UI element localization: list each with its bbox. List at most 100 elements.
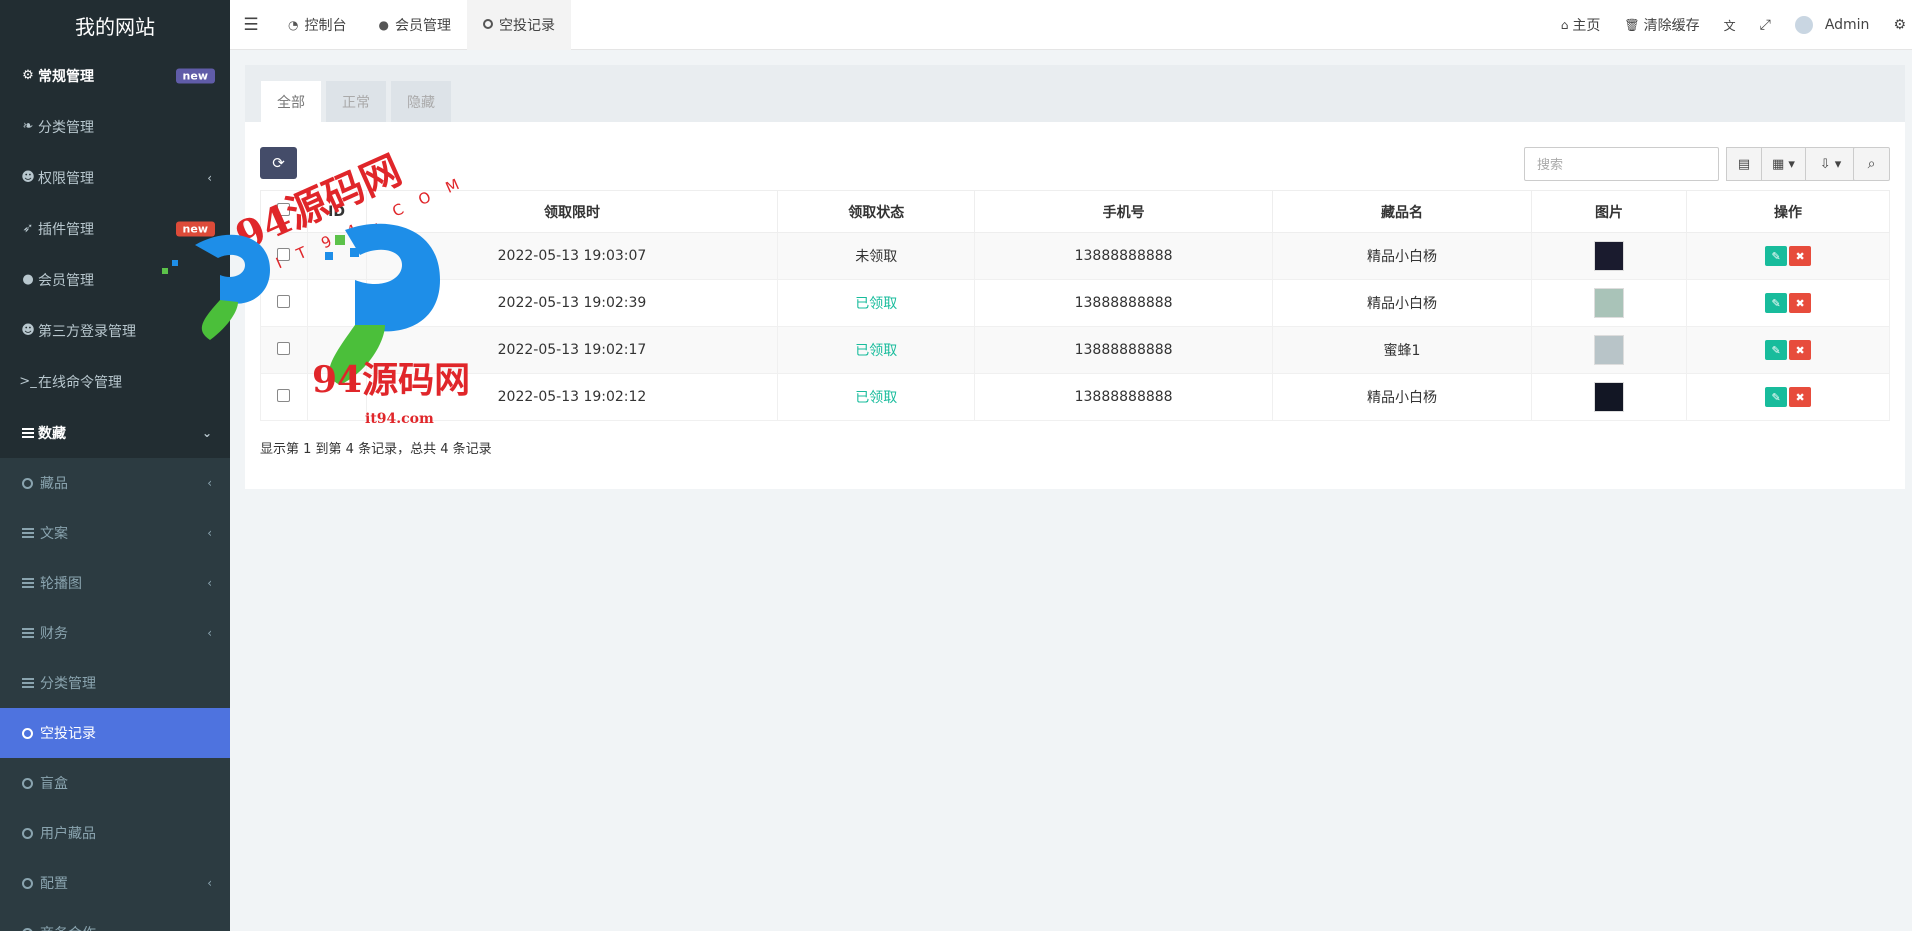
edit-button[interactable]: ✎: [1765, 387, 1788, 407]
chevron-left-icon: ‹: [207, 876, 212, 890]
sidebar-subitem-carousel[interactable]: 轮播图 ‹: [0, 558, 230, 608]
row-checkbox[interactable]: [277, 341, 291, 355]
menu-toggle-icon[interactable]: ☰: [230, 0, 272, 50]
column-header-id[interactable]: ID: [306, 190, 367, 233]
sidebar-item-permission[interactable]: ☻ 权限管理 ‹: [0, 152, 230, 203]
toggle-view-button[interactable]: ▤: [1726, 147, 1762, 181]
export-button[interactable]: ⇩ ▾: [1806, 147, 1856, 181]
dashboard-icon: ◔: [288, 17, 299, 32]
brand-logo[interactable]: 我的网站: [0, 0, 230, 50]
sidebar-subitem-label: 空投记录: [40, 726, 96, 742]
delete-button[interactable]: ✖: [1789, 387, 1812, 407]
select-all-checkbox[interactable]: [277, 203, 291, 216]
row-select-cell[interactable]: [260, 326, 308, 374]
sidebar-subitem-collection[interactable]: 藏品 ‹: [0, 458, 230, 508]
refresh-button[interactable]: ⟳: [260, 147, 297, 179]
actions-cell: ✎ ✖: [1686, 279, 1890, 327]
sidebar-item-label: 在线命令管理: [38, 374, 122, 391]
sidebar-subitem-business[interactable]: 商务合作: [0, 908, 230, 931]
leaf-icon: ❧: [22, 119, 34, 134]
clear-cache-label: 清除缓存: [1643, 18, 1700, 34]
trash-icon: 🗑: [1624, 18, 1640, 32]
thumbnail-image[interactable]: [1593, 288, 1624, 318]
list-icon: [22, 678, 40, 688]
thumbnail-image[interactable]: [1593, 382, 1624, 412]
delete-button[interactable]: ✖: [1789, 293, 1812, 313]
table-row[interactable]: 2022-05-13 19:02:17 已领取 13888888888 蜜蜂1 ✎ ✖: [260, 326, 1890, 374]
sidebar-subitem-airdrop[interactable]: 空投记录: [0, 708, 230, 758]
top-right-nav: ⌂ 主页 🗑 清除缓存 文 ⤢ Admin ⚙: [1549, 0, 1912, 50]
sidebar-subitem-finance[interactable]: 财务 ‹: [0, 608, 230, 658]
thumbnail-image[interactable]: [1593, 335, 1624, 365]
row-select-cell[interactable]: [260, 373, 308, 421]
sidebar-subitem-config[interactable]: 配置 ‹: [0, 858, 230, 908]
sidebar-item-members[interactable]: ● 会员管理: [0, 254, 230, 305]
top-navbar: ☰ ◔ 控制台 ● 会员管理 空投记录 ⌂ 主页 🗑 清除缓存 文 ⤢ Admi…: [230, 0, 1912, 50]
sidebar-subitem-copywriting[interactable]: 文案 ‹: [0, 508, 230, 558]
column-header-phone[interactable]: 手机号: [974, 190, 1274, 233]
advanced-search-button[interactable]: ⌕: [1853, 147, 1890, 181]
language-button[interactable]: 文: [1712, 0, 1748, 50]
settings-button[interactable]: ⚙: [1881, 0, 1912, 50]
clear-cache-button[interactable]: 🗑 清除缓存: [1612, 0, 1711, 50]
user-menu[interactable]: Admin: [1783, 0, 1882, 50]
table-row[interactable]: 2022-05-13 19:02:12 已领取 13888888888 精品小白杨 ✎ ✖: [260, 373, 1890, 421]
edit-button[interactable]: ✎: [1765, 246, 1788, 266]
tab-dashboard[interactable]: ◔ 控制台: [272, 0, 362, 50]
avatar: [1794, 16, 1813, 34]
home-label: 主页: [1572, 18, 1601, 34]
delete-button[interactable]: ✖: [1789, 340, 1812, 360]
phone-cell: 13888888888: [974, 326, 1274, 374]
phone-cell: 13888888888: [974, 373, 1274, 421]
sidebar-subitem-category[interactable]: 分类管理: [0, 658, 230, 708]
sidebar-item-shucang[interactable]: 数藏 ⌄: [0, 407, 230, 458]
row-select-cell[interactable]: [260, 279, 308, 327]
column-header-image: 图片: [1530, 190, 1688, 233]
sidebar: 我的网站 ⚙ 常规管理 new ❧ 分类管理 ☻ 权限管理 ‹ ➶ 插件管理 n…: [0, 0, 230, 931]
table-row[interactable]: 2022-05-13 19:02:39 已领取 13888888888 精品小白杨 ✎ ✖: [260, 279, 1890, 327]
sidebar-subitem-label: 分类管理: [40, 676, 96, 692]
chevron-down-icon: ⌄: [201, 425, 212, 440]
column-header-name[interactable]: 藏品名: [1272, 190, 1532, 233]
column-header-status[interactable]: 领取状态: [777, 190, 976, 233]
edit-button[interactable]: ✎: [1765, 293, 1788, 313]
fullscreen-button[interactable]: ⤢: [1748, 0, 1783, 50]
row-select-cell[interactable]: [260, 232, 308, 280]
sidebar-subitem-label: 盲盒: [40, 776, 68, 792]
time-cell: 2022-05-13 19:02:39: [365, 279, 779, 327]
sidebar-subitem-user-collection[interactable]: 用户藏品: [0, 808, 230, 858]
row-checkbox[interactable]: [277, 294, 291, 308]
sidebar-subitem-blindbox[interactable]: 盲盒: [0, 758, 230, 808]
tab-hidden[interactable]: 隐藏: [391, 81, 451, 122]
sidebar-item-plugins[interactable]: ➶ 插件管理 new: [0, 203, 230, 254]
image-cell: [1530, 326, 1688, 374]
phone-cell: 13888888888: [974, 279, 1274, 327]
search-input[interactable]: [1524, 147, 1719, 181]
select-all-cell[interactable]: [260, 190, 308, 233]
actions-cell: ✎ ✖: [1686, 232, 1890, 280]
columns-icon: ▦ ▾: [1772, 156, 1795, 172]
home-link[interactable]: ⌂ 主页: [1549, 0, 1613, 50]
sidebar-item-general[interactable]: ⚙ 常规管理 new: [0, 50, 230, 101]
list-icon: [22, 578, 40, 588]
sidebar-item-online-command[interactable]: >_ 在线命令管理: [0, 356, 230, 407]
table-tools: ▤ ▦ ▾ ⇩ ▾: [1726, 147, 1856, 181]
sidebar-item-category[interactable]: ❧ 分类管理: [0, 101, 230, 152]
table-row[interactable]: 2022-05-13 19:03:07 未领取 13888888888 精品小白杨 ✎ ✖: [260, 232, 1890, 280]
tab-members[interactable]: ● 会员管理: [362, 0, 466, 50]
thumbnail-image[interactable]: [1593, 241, 1624, 271]
edit-button[interactable]: ✎: [1765, 340, 1788, 360]
column-header-time[interactable]: 领取限时: [365, 190, 779, 233]
tab-all[interactable]: 全部: [261, 81, 321, 122]
columns-button[interactable]: ▦ ▾: [1762, 147, 1806, 181]
row-checkbox[interactable]: [277, 388, 291, 402]
circle-icon: [482, 18, 493, 32]
status-cell: 已领取: [777, 279, 976, 327]
tab-airdrop[interactable]: 空投记录: [466, 0, 571, 50]
content-panel: 全部 正常 隐藏 ⟳ ▤ ▦ ▾ ⇩ ▾ ⌕: [245, 65, 1905, 489]
sidebar-item-third-party-login[interactable]: ☻ 第三方登录管理: [0, 305, 230, 356]
language-icon: 文: [1723, 18, 1736, 33]
delete-button[interactable]: ✖: [1789, 246, 1812, 266]
tab-normal[interactable]: 正常: [326, 81, 386, 122]
row-checkbox[interactable]: [277, 247, 291, 261]
